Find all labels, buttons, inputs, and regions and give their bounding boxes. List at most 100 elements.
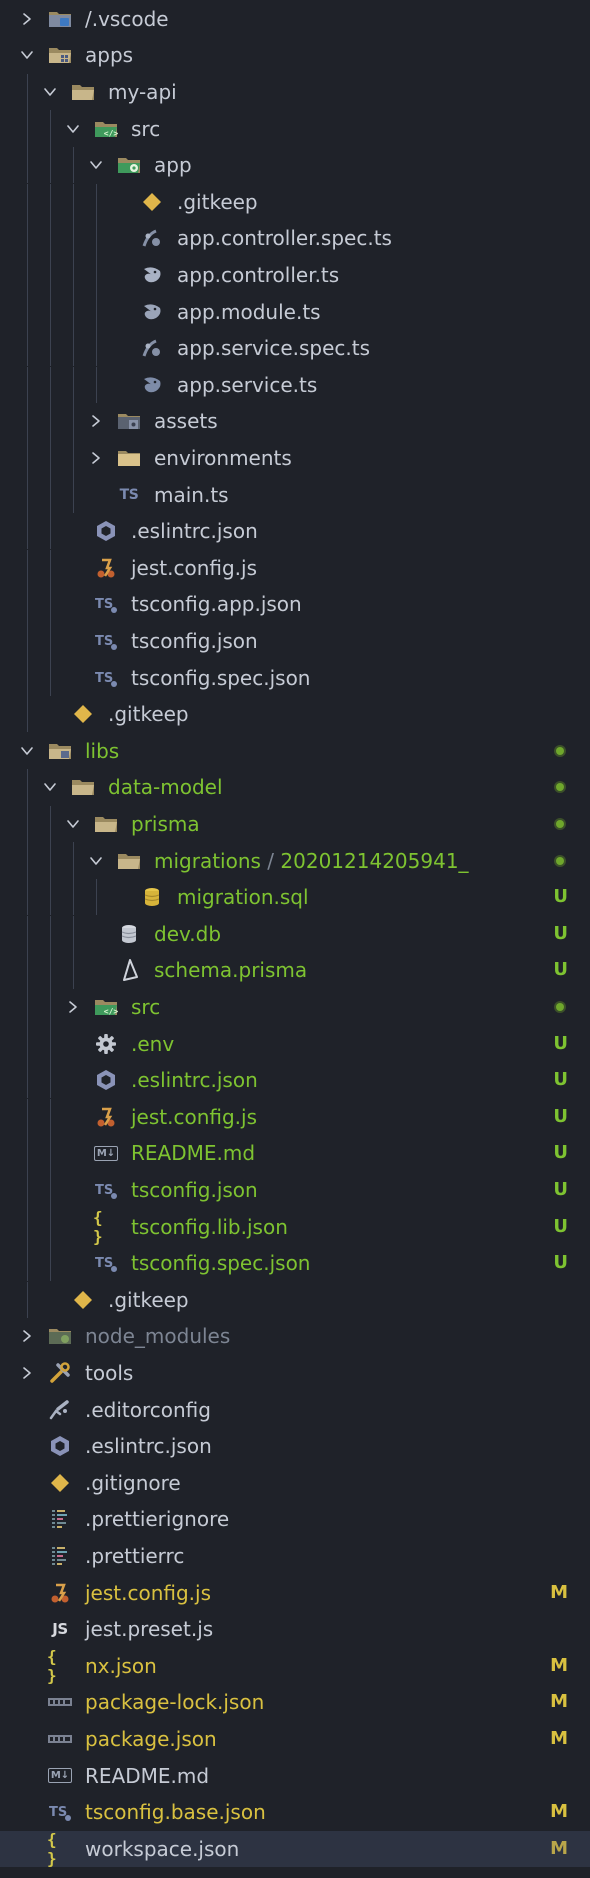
tree-file-row[interactable]: .eslintrc.json [0,1428,590,1465]
tree-file-row[interactable]: package.json M [0,1721,590,1758]
tree-file-row[interactable]: TS tsconfig.spec.json [0,659,590,696]
tree-file-row[interactable]: TS tsconfig.app.json [0,586,590,623]
database-icon [139,884,165,910]
chevron-down-icon[interactable] [20,744,34,758]
tree-file-row[interactable]: package-lock.json M [0,1684,590,1721]
indent-guide [73,439,74,477]
tree-file-row[interactable]: .eslintrc.json [0,512,590,550]
src-folder-icon: </> [93,994,119,1020]
tree-file-row[interactable]: JS jest.preset.js [0,1611,590,1648]
json-icon: { } [47,1646,57,1685]
tree-folder-row[interactable]: /.vscode [0,1,590,38]
tree-file-row[interactable]: app.module.ts [0,293,590,330]
tree-item-label: data-model [108,777,223,797]
indent-guide [27,1098,28,1136]
untracked-status-badge: U [553,1178,568,1200]
tree-file-row[interactable]: .prettierignore [0,1501,590,1538]
tree-folder-row[interactable]: assets [0,403,590,440]
chevron-right-icon[interactable] [89,414,103,428]
tree-file-row[interactable]: .gitkeep [0,695,590,733]
tree-folder-row[interactable]: app [0,146,590,184]
tree-file-row[interactable]: jest.config.js U [0,1098,590,1136]
tree-file-row[interactable]: TS tsconfig.spec.json U [0,1244,590,1282]
tree-file-row[interactable]: { } tsconfig.lib.json U [0,1208,590,1246]
tree-item-label: tsconfig.spec.json [131,1253,310,1273]
tree-file-row[interactable]: jest.config.js M [0,1574,590,1611]
tree-file-row[interactable]: .prettierrc [0,1538,590,1575]
tree-item-label: jest.config.js [131,1107,257,1127]
tree-file-row[interactable]: TS main.ts [0,476,590,513]
tree-item-name: src [131,116,161,141]
tree-folder-row[interactable]: tools [0,1355,590,1392]
eslint-icon [93,1067,119,1093]
changes-dot-indicator [556,1002,564,1011]
tree-folder-row[interactable]: migrations / 20201214205941_ [0,842,590,879]
tree-file-row[interactable]: app.service.ts [0,366,590,404]
tree-file-row[interactable]: .gitignore [0,1465,590,1502]
tree-folder-row[interactable]: data-model [0,769,590,806]
tree-folder-row[interactable]: my-api [0,73,590,111]
svg-text:TS: TS [49,1805,67,1820]
tree-file-row[interactable]: app.controller.spec.ts [0,220,590,257]
untracked-status-badge: U [553,922,568,944]
tree-file-row[interactable]: TS tsconfig.base.json M [0,1794,590,1831]
tree-item-name: environments [154,445,292,470]
tree-file-row[interactable]: M↓ README.md [0,1757,590,1794]
typescript-icon: TS [119,486,139,503]
tree-folder-row[interactable]: node_modules [0,1318,590,1355]
indent-guide [27,695,28,733]
indent-guide [73,476,74,513]
tree-file-row[interactable]: .env U [0,1025,590,1062]
chevron-right-icon[interactable] [20,1366,34,1380]
chevron-right-icon[interactable] [20,12,34,26]
tree-item-name: assets [154,409,218,434]
tree-file-row[interactable]: .editorconfig [0,1391,590,1428]
gitkeep-icon [70,701,96,727]
tree-item-name: libs [85,738,120,763]
tree-file-row[interactable]: .eslintrc.json U [0,1061,590,1099]
indent-guide [73,366,74,404]
tsconfig-icon: TS [47,1799,73,1825]
tree-file-row[interactable]: jest.config.js [0,549,590,587]
tree-file-row[interactable]: .gitkeep [0,1281,590,1319]
indent-guide [50,878,51,916]
chevron-down-icon[interactable] [20,48,34,62]
chevron-right-icon[interactable] [20,1329,34,1343]
tree-file-row[interactable]: TS tsconfig.json U [0,1171,590,1209]
chevron-right-icon[interactable] [89,451,103,465]
indent-guide [73,878,74,916]
chevron-down-icon[interactable] [66,817,80,831]
chevron-down-icon[interactable] [89,854,103,868]
tree-file-row[interactable]: { } workspace.json M [0,1830,590,1868]
chevron-down-icon[interactable] [66,122,80,136]
nest-module-icon [139,299,165,325]
tree-folder-row[interactable]: environments [0,439,590,477]
tree-folder-row[interactable]: prisma [0,805,590,843]
tree-item-name: tsconfig.spec.json [131,1251,311,1276]
tree-folder-row[interactable]: </> src [0,110,590,147]
tree-item-label: src [131,119,160,139]
modified-status-badge: M [550,1801,568,1823]
indent-guide [50,1061,51,1099]
tree-file-row[interactable]: TS tsconfig.json [0,622,590,660]
tree-file-row[interactable]: migration.sql U [0,878,590,916]
tree-item-label: migration.sql [177,887,309,907]
tree-file-row[interactable]: .gitkeep [0,183,590,221]
chevron-right-icon[interactable] [66,1000,80,1014]
indent-guide [96,183,97,221]
tree-folder-row[interactable]: apps [0,37,590,74]
tree-item-name: app.module.ts [177,299,321,324]
tree-file-row[interactable]: schema.prisma U [0,952,590,989]
chevron-down-icon[interactable] [43,85,57,99]
tree-file-row[interactable]: dev.db U [0,915,590,953]
tree-folder-row[interactable]: </> src [0,988,590,1026]
chevron-down-icon[interactable] [43,780,57,794]
tree-file-row[interactable]: { } nx.json M [0,1646,590,1685]
tree-file-row[interactable]: M↓ README.md U [0,1135,590,1172]
indent-guide [50,1135,51,1172]
tree-folder-row[interactable]: libs [0,733,590,770]
tree-file-row[interactable]: app.controller.ts [0,256,590,294]
indent-guide [27,183,28,221]
tree-file-row[interactable]: app.service.spec.ts [0,329,590,367]
chevron-down-icon[interactable] [89,158,103,172]
